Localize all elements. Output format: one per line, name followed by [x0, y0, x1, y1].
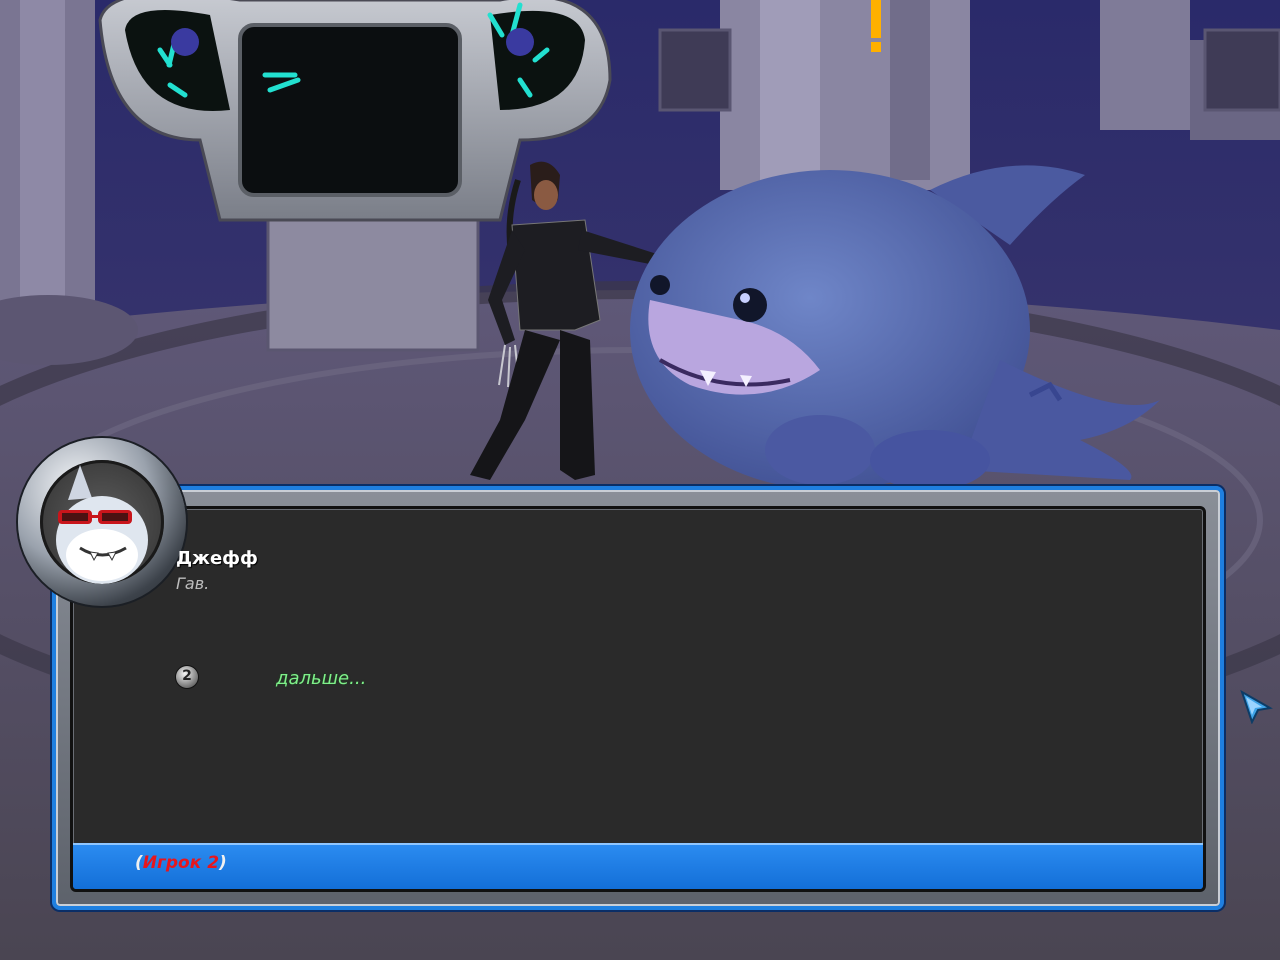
player-close-paren: )	[219, 853, 227, 873]
choice-key-label: 2	[182, 668, 192, 684]
shark-portrait-icon	[40, 460, 164, 584]
cursor-arrow-icon	[1240, 689, 1273, 724]
button-2-icon: 2	[176, 666, 198, 688]
player-name: Игрок 2	[142, 853, 220, 873]
pillar-center	[720, 0, 970, 190]
dialog-choice-next[interactable]: 2 дальше...	[176, 666, 576, 690]
player-open-paren: (	[135, 853, 143, 873]
speaker-name: Джефф	[176, 548, 258, 569]
dialog-line: Гав.	[176, 574, 210, 593]
exclamation-marker-icon	[871, 0, 881, 52]
player-bar: (Игрок 2)	[73, 843, 1203, 889]
speaker-portrait	[18, 438, 186, 606]
choice-text: дальше...	[276, 668, 367, 689]
player-label: (Игрок 2)	[135, 853, 227, 873]
